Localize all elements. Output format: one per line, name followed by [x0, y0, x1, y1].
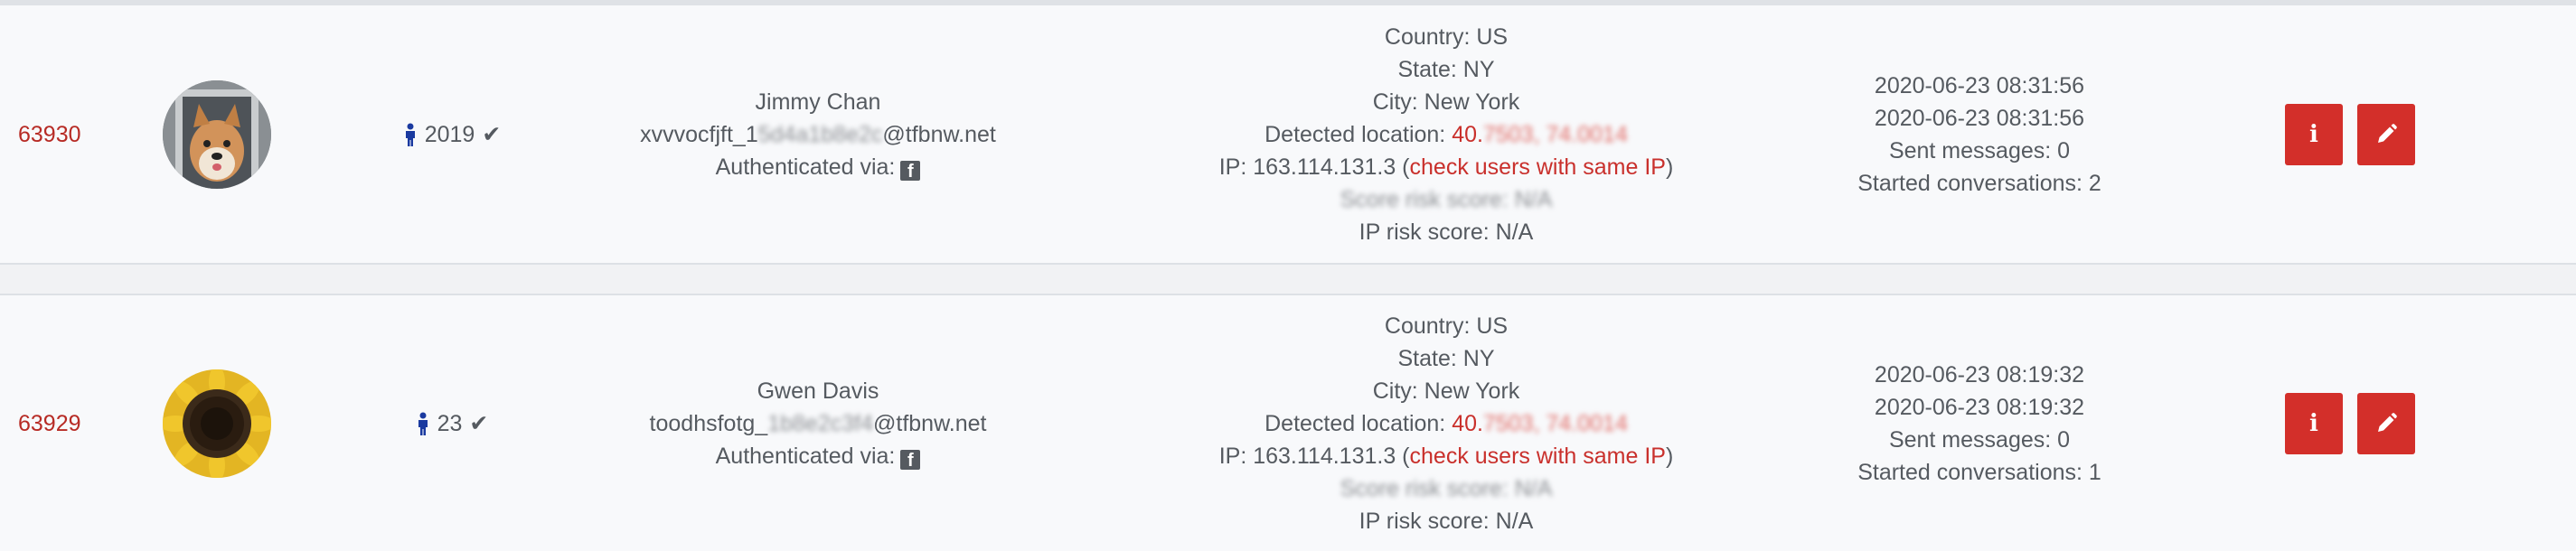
user-id-link[interactable]: 63930: [18, 118, 81, 151]
auth-line: Authenticated via: f: [716, 440, 921, 472]
user-email: xvvvocfjft_15d4a1b8e2c@tfbnw.net: [640, 118, 996, 151]
location-cell: Country: US State: NY City: New York Det…: [1130, 5, 1763, 263]
updated-date: 2020-06-23 08:19:32: [1874, 394, 2085, 420]
user-info-cell: Gwen Davis toodhsfotg_1b8e2c3f4@tfbnw.ne…: [578, 295, 1058, 551]
user-id-cell: 63929: [0, 295, 99, 551]
country: Country: US: [1384, 313, 1509, 339]
user-id-cell: 63930: [0, 5, 99, 263]
facebook-icon: f: [900, 160, 921, 182]
table-row: 63930 2019 ✔ Jimmy Chan xvvvocfjft_15d4a…: [0, 5, 2576, 265]
ip-line: IP: 163.114.131.3 (check users with same…: [1219, 440, 1674, 472]
age-line: 2019 ✔: [403, 118, 502, 151]
avatar[interactable]: [163, 79, 271, 189]
ip-address: IP: 163.114.131.3 (: [1218, 443, 1410, 469]
info-button[interactable]: i: [2285, 103, 2343, 165]
info-button[interactable]: i: [2285, 392, 2343, 454]
detected-redacted: 7503, 74.0014: [1482, 410, 1628, 436]
state: State: NY: [1397, 56, 1495, 82]
age-cell: 2019 ✔: [380, 5, 524, 263]
email-prefix: xvvvocfjft_1: [640, 121, 758, 147]
city: City: New York: [1372, 89, 1520, 115]
table-row: 63929 23 ✔ Gwen Davis toodhsfotg_1b8e2c3…: [0, 295, 2576, 551]
ip-suffix: ): [1665, 154, 1674, 180]
pencil-icon: [2378, 123, 2397, 143]
score-risk-redacted: Score risk score: N/A: [1340, 186, 1553, 212]
city: City: New York: [1372, 378, 1520, 404]
detected-value: 40.: [1452, 121, 1483, 147]
user-email: toodhsfotg_1b8e2c3f4@tfbnw.net: [650, 407, 987, 440]
score-risk-redacted: Score risk score: N/A: [1340, 475, 1553, 501]
actions-cell: i: [2260, 295, 2440, 551]
activity-cell: 2020-06-23 08:19:32 2020-06-23 08:19:32 …: [1808, 295, 2151, 551]
check-same-ip-link[interactable]: check users with same IP: [1410, 154, 1666, 180]
detected-label: Detected location:: [1264, 121, 1453, 147]
started-conversations: Started conversations: 2: [1857, 170, 2101, 196]
state: State: NY: [1397, 345, 1495, 371]
created-date: 2020-06-23 08:19:32: [1874, 361, 2085, 388]
user-info-cell: Jimmy Chan xvvvocfjft_15d4a1b8e2c@tfbnw.…: [578, 5, 1058, 263]
email-domain: @tfbnw.net: [882, 121, 996, 147]
age-value: 2019: [424, 121, 475, 147]
ip-address: IP: 163.114.131.3 (: [1218, 154, 1410, 180]
detected-location: Detected location: 40.7503, 74.0014: [1264, 118, 1628, 151]
activity-cell: 2020-06-23 08:31:56 2020-06-23 08:31:56 …: [1808, 5, 2151, 263]
email-redacted: 5d4a1b8e2c: [757, 121, 883, 147]
created-date: 2020-06-23 08:31:56: [1874, 72, 2085, 98]
auth-label: Authenticated via:: [715, 443, 896, 469]
row-separator: [0, 265, 2576, 295]
updated-date: 2020-06-23 08:31:56: [1874, 105, 2085, 131]
avatar-cell: [154, 5, 280, 263]
user-id-link[interactable]: 63929: [18, 407, 81, 440]
email-domain: @tfbnw.net: [873, 410, 987, 436]
age-cell: 23 ✔: [380, 295, 524, 551]
info-icon: i: [2309, 409, 2318, 437]
email-redacted: 1b8e2c3f4: [767, 410, 873, 436]
ip-risk-score: IP risk score: N/A: [1359, 219, 1534, 245]
ip-risk-score: IP risk score: N/A: [1359, 508, 1534, 534]
detected-label: Detected location:: [1264, 410, 1453, 436]
country: Country: US: [1384, 23, 1509, 50]
check-icon: ✔: [469, 410, 489, 436]
pencil-icon: [2378, 412, 2397, 432]
ip-suffix: ): [1665, 443, 1674, 469]
actions-cell: i: [2260, 5, 2440, 263]
facebook-icon: f: [900, 449, 921, 471]
email-prefix: toodhsfotg_: [649, 410, 768, 436]
info-icon: i: [2309, 120, 2318, 148]
age-line: 23 ✔: [416, 407, 489, 440]
sent-messages: Sent messages: 0: [1888, 137, 2071, 163]
age-value: 23: [437, 410, 463, 436]
avatar[interactable]: [163, 369, 271, 478]
ip-line: IP: 163.114.131.3 (check users with same…: [1219, 151, 1674, 183]
avatar-cell: [154, 295, 280, 551]
detected-redacted: 7503, 74.0014: [1482, 121, 1628, 147]
detected-location: Detected location: 40.7503, 74.0014: [1264, 407, 1628, 440]
started-conversations: Started conversations: 1: [1857, 459, 2101, 485]
location-cell: Country: US State: NY City: New York Det…: [1130, 295, 1763, 551]
person-icon: [418, 412, 428, 435]
check-icon: ✔: [482, 121, 502, 147]
person-icon: [405, 123, 415, 146]
user-name: Jimmy Chan: [755, 89, 881, 115]
user-name: Gwen Davis: [757, 378, 879, 404]
detected-value: 40.: [1452, 410, 1483, 436]
edit-button[interactable]: [2357, 103, 2415, 165]
sent-messages: Sent messages: 0: [1888, 426, 2071, 453]
auth-label: Authenticated via:: [715, 154, 896, 180]
check-same-ip-link[interactable]: check users with same IP: [1410, 444, 1666, 469]
edit-button[interactable]: [2357, 392, 2415, 454]
auth-line: Authenticated via: f: [716, 151, 921, 183]
